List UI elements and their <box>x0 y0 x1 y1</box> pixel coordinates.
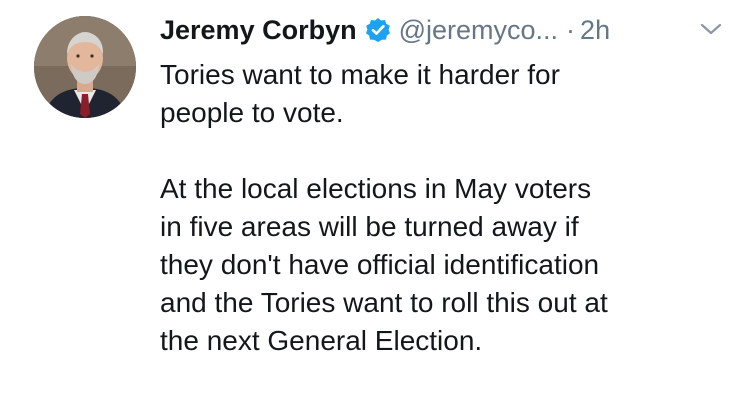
verified-badge-icon <box>365 17 391 43</box>
display-name[interactable]: Jeremy Corbyn <box>160 12 357 48</box>
tweet-paragraph-2: At the local elections in May voters in … <box>160 173 608 356</box>
avatar-portrait <box>34 16 136 118</box>
tweet[interactable]: Jeremy Corbyn @jeremyco... · 2h Tories w… <box>0 0 746 405</box>
separator-dot: · <box>566 15 576 45</box>
avatar[interactable] <box>34 16 136 118</box>
user-handle[interactable]: @jeremyco... <box>399 12 558 48</box>
chevron-down-icon[interactable] <box>700 22 722 36</box>
tweet-paragraph-1: Tories want to make it harder for people… <box>160 59 560 128</box>
tweet-text: Tories want to make it harder for people… <box>160 56 730 360</box>
timestamp[interactable]: 2h <box>580 12 610 48</box>
tweet-header: Jeremy Corbyn @jeremyco... · 2h <box>160 12 610 48</box>
